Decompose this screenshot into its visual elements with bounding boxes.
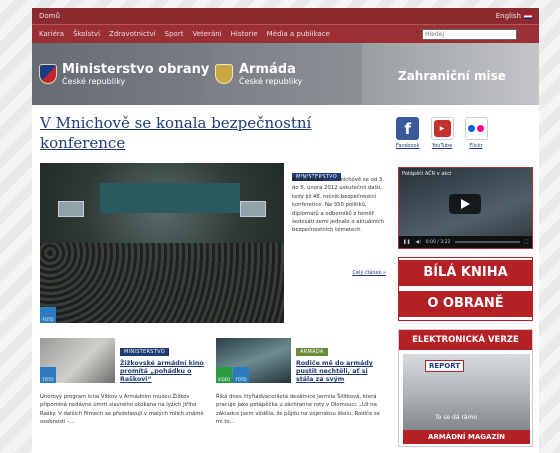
photo-badge-icon: FOTO	[40, 367, 56, 383]
story-text: Únorový program kina Vítkov v Armádním m…	[40, 394, 204, 426]
nav-item-veterani[interactable]: Veteráni	[192, 30, 221, 38]
volume-icon[interactable]: ◀)	[416, 240, 421, 245]
conference-stage	[100, 183, 240, 213]
cinema-thumbnail[interactable]: FOTO	[40, 338, 115, 383]
projection-screen-left	[58, 201, 84, 217]
story-video-label: VIDEO	[217, 377, 231, 382]
magazine-banner[interactable]: ELEKTRONICKÁ VERZE REPORT To se dá rámo …	[398, 329, 533, 447]
youtube-icon: ▶	[430, 117, 454, 140]
news-card-meta: MINISTERSTVO Žižkovské armádní kino prom…	[120, 338, 210, 384]
article-headline[interactable]: V Mnichově se konala bezpečnostní konfer…	[40, 113, 340, 153]
fullscreen-icon[interactable]: ⛶	[525, 239, 528, 245]
article-summary: 6.2.2012 • V Mnichově se od 3. do 5. úno…	[292, 175, 384, 234]
report-logo: REPORT	[425, 360, 465, 372]
read-more-link[interactable]: Celý článek »	[353, 270, 387, 276]
projection-screen-right	[240, 201, 266, 217]
article-lead: 6.2.2012 • V Mnichově se od 3. do 5. úno…	[292, 175, 386, 276]
nav-item-zdravotnictvi[interactable]: Zdravotnictví	[109, 30, 156, 38]
video-title: Potápěči AČR v akci	[402, 171, 452, 177]
facebook-label[interactable]: Facebook	[396, 143, 420, 149]
magazine-teaser: To se dá rámo	[435, 414, 477, 421]
search-input[interactable]	[422, 28, 517, 40]
audience	[40, 243, 284, 323]
story-category-badge[interactable]: ARMÁDA	[296, 348, 328, 356]
youtube-link[interactable]: ▶ YouTube	[430, 117, 454, 149]
diver-thumbnail[interactable]: VIDEO FOTO	[216, 338, 291, 383]
facebook-link[interactable]: f Facebook	[396, 117, 420, 149]
white-paper-banner[interactable]: BÍLÁ KNIHA O OBRANĚ	[398, 257, 533, 321]
white-paper-line1: BÍLÁ KNIHA	[399, 260, 532, 286]
page-frame: Domů English Kariéra Školství Zdravotnic…	[32, 8, 539, 453]
story-foto-label: FOTO	[235, 377, 247, 382]
video-progress[interactable]	[455, 241, 520, 243]
army-title: Armáda	[239, 62, 296, 77]
home-link[interactable]: Domů	[39, 12, 60, 20]
pause-icon[interactable]: ❚❚	[403, 240, 411, 245]
nav-item-media[interactable]: Média a publikace	[267, 30, 330, 38]
video-badge-icon: VIDEO	[216, 367, 232, 383]
ministry-subtitle: České republiky	[62, 77, 126, 86]
flickr-link[interactable]: Flickr	[464, 117, 488, 149]
top-bar: Domů English	[32, 8, 539, 24]
army-crest-icon	[215, 64, 233, 84]
english-link[interactable]: English	[496, 12, 521, 20]
search-box	[422, 28, 532, 40]
magazine-header: ELEKTRONICKÁ VERZE	[399, 330, 532, 350]
social-links: f Facebook ▶ YouTube Flickr	[396, 117, 488, 149]
photo-badge-icon: FOTO	[233, 367, 249, 383]
uk-flag-icon	[524, 13, 532, 19]
nav-item-historie[interactable]: Historie	[231, 30, 258, 38]
white-paper-line2: O OBRANĚ	[399, 291, 532, 317]
story-text: Říká dnes čtyřiadvacetiletá desátnice Ja…	[216, 394, 380, 426]
news-card-meta: ARMÁDA Rodiče mě do armády pustit nechtě…	[296, 338, 386, 384]
missions-link[interactable]: Zahraniční mise	[398, 69, 506, 83]
video-controls: ❚❚ ◀) 0:00 / 3:22 ⛶	[399, 236, 532, 248]
ministry-crest-icon	[39, 64, 57, 84]
magazine-footer: ARMÁDNÍ MAGAZÍN	[403, 430, 530, 444]
photo-badge-label: FOTO	[42, 317, 54, 322]
nav-item-skolstvi[interactable]: Školství	[73, 30, 100, 38]
nav-item-kariera[interactable]: Kariéra	[39, 30, 64, 38]
video-time: 0:00 / 3:22	[425, 239, 451, 245]
ministry-title: Ministerstvo obrany	[62, 62, 210, 77]
story-title[interactable]: Žižkovské armádní kino promítá „pohádku …	[120, 360, 210, 384]
photo-badge-icon: FOTO	[40, 307, 56, 323]
article-text: V Mnichově se od 3. do 5. února 2012 usk…	[292, 177, 384, 234]
flickr-label[interactable]: Flickr	[469, 143, 482, 149]
army-logo[interactable]: Armáda České republiky	[239, 62, 302, 86]
magazine-cover: REPORT To se dá rámo ARMÁDNÍ MAGAZÍN	[403, 354, 530, 444]
ministry-logo[interactable]: Ministerstvo obrany České republiky	[62, 62, 209, 86]
youtube-label[interactable]: YouTube	[432, 143, 452, 149]
story-category-badge[interactable]: MINISTERSTVO	[120, 348, 169, 356]
site-banner: Ministerstvo obrany České republiky Armá…	[32, 43, 539, 105]
video-player[interactable]: Potápěči AČR v akci ❚❚ ◀) 0:00 / 3:22 ⛶	[398, 167, 533, 249]
article-date: 6.2.2012	[292, 175, 325, 183]
main-nav: Kariéra Školství Zdravotnictví Sport Vet…	[32, 24, 539, 43]
flickr-icon	[464, 117, 488, 140]
play-icon[interactable]	[449, 194, 481, 214]
language-switch[interactable]: English	[496, 12, 532, 20]
article-photo[interactable]: FOTO	[40, 163, 284, 323]
nav-item-sport[interactable]: Sport	[165, 30, 184, 38]
story-badge-label: FOTO	[42, 377, 54, 382]
facebook-icon: f	[396, 117, 420, 140]
story-title[interactable]: Rodiče mě do armády pustit nechtěli, ať …	[296, 360, 386, 384]
army-subtitle: České republiky	[239, 77, 303, 86]
